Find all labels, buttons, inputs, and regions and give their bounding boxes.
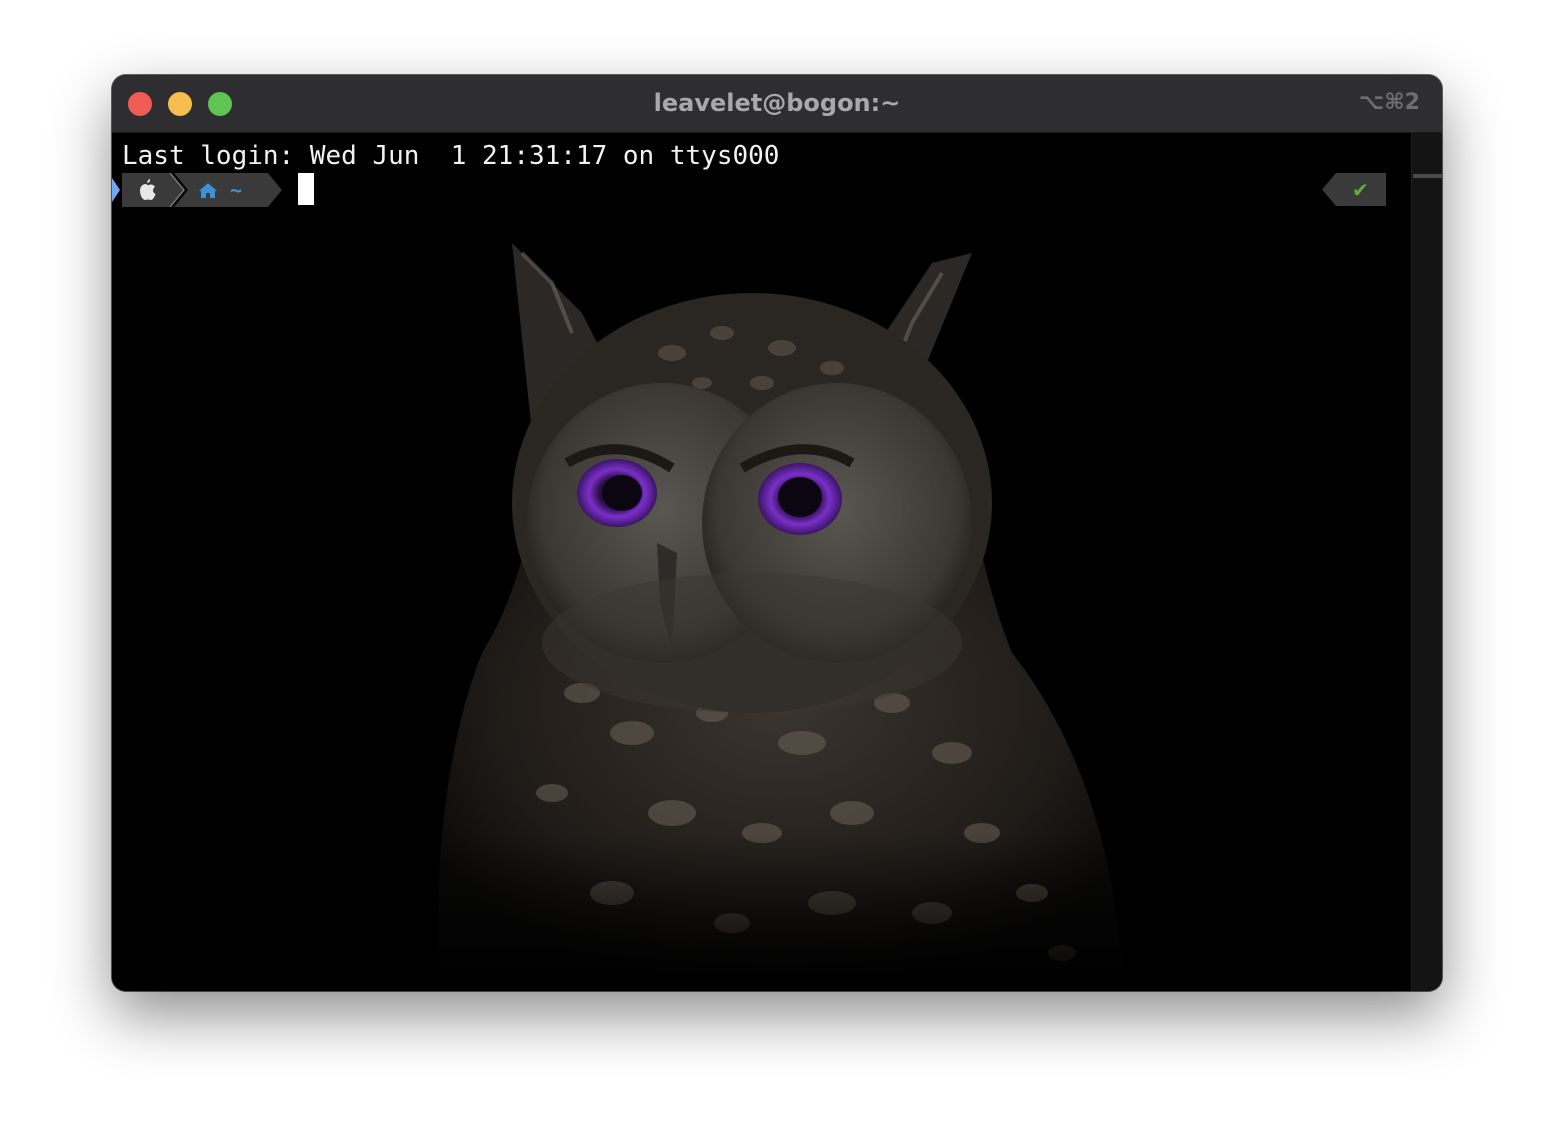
last-login-line: Last login: Wed Jun 1 21:31:17 on ttys00… [122,141,780,171]
dir-segment [174,173,282,207]
scrollbar-track[interactable] [1411,133,1442,991]
checkmark-icon: ✔ [1352,178,1369,202]
text-cursor[interactable] [298,173,314,205]
window-title: leavelet@bogon:~ [653,89,901,117]
prompt-segments: ~ [112,173,282,207]
scrollbar-thumb[interactable] [1413,174,1442,178]
window-shortcut: ⌥⌘2 [1358,90,1420,115]
status-segment: ✔ [1322,173,1386,206]
terminal-window: leavelet@bogon:~ ⌥⌘2 Last login: Wed Jun… [112,75,1442,991]
title-bar[interactable]: leavelet@bogon:~ ⌥⌘2 [112,75,1442,133]
terminal-content[interactable]: Last login: Wed Jun 1 21:31:17 on ttys00… [112,133,1442,991]
owl-background-image [112,243,1412,991]
prompt-directory: ~ [230,178,242,202]
prompt-marker-icon [112,178,120,202]
